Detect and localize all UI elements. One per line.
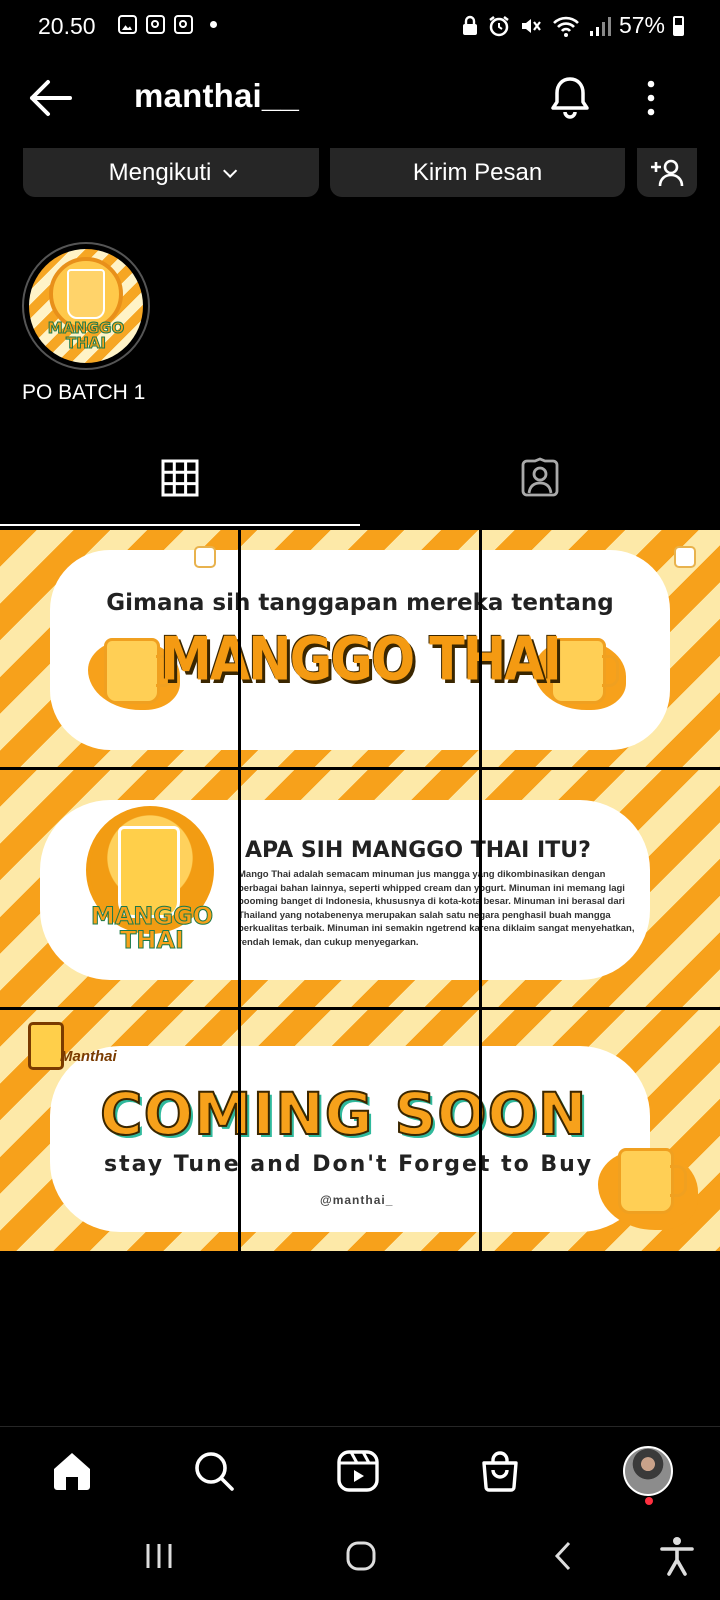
status-time: 20.50 [38, 13, 96, 39]
battery-icon [673, 15, 684, 36]
battery-percent: 57% [618, 12, 665, 38]
wifi-icon [553, 16, 579, 37]
post-body: Mango Thai adalah semacam minuman jus ma… [238, 869, 635, 948]
accessibility-icon [660, 1537, 694, 1576]
chevron-down-icon [223, 163, 238, 178]
message-button[interactable]: Kirim Pesan [330, 148, 625, 197]
cup-label-text: MANGGO THAI [90, 902, 214, 954]
following-button[interactable]: Mengikuti [23, 148, 319, 197]
alarm-icon [489, 15, 509, 36]
highlight-cover: MANGGO THAI [29, 249, 143, 363]
gallery-icon [118, 15, 137, 34]
tab-posts-grid[interactable] [0, 430, 360, 526]
instagram-icon [174, 15, 193, 34]
post-corner-box [194, 546, 216, 568]
accessibility-button[interactable] [652, 1531, 702, 1581]
nav-home[interactable] [42, 1441, 102, 1501]
suggest-people-button[interactable] [637, 148, 697, 197]
following-label: Mengikuti [108, 158, 212, 186]
more-options-button[interactable] [645, 78, 657, 118]
active-tab-indicator [0, 524, 360, 526]
notification-icons [118, 15, 217, 34]
post-row-1[interactable]: Gimana sih tanggapan mereka tentang MANG… [0, 530, 720, 767]
post-row-2[interactable]: MANGGO THAI APA SIH MANGGO THAI ITU? Man… [0, 770, 720, 1007]
reels-icon [337, 1450, 379, 1492]
bell-icon [551, 77, 589, 119]
mute-icon [521, 18, 541, 33]
post-corner-box [674, 546, 696, 568]
lock-icon [462, 15, 477, 35]
tab-tagged[interactable] [360, 430, 720, 526]
more-vertical-icon [647, 80, 655, 116]
home-circle-icon [346, 1541, 376, 1571]
tagged-person-icon [521, 457, 559, 497]
chevron-left-icon [554, 1541, 571, 1571]
profile-actions: Mengikuti Kirim Pesan [0, 148, 720, 198]
profile-notification-dot [645, 1497, 653, 1505]
grid-divider [0, 767, 720, 770]
highlight-cover-text: MANGGO THAI [47, 319, 125, 352]
story-highlight[interactable]: MANGGO THAI PO BATCH 1 [22, 242, 152, 405]
message-label: Kirim Pesan [412, 158, 543, 186]
profile-header: manthai__ [0, 60, 720, 136]
more-notifications-icon [210, 21, 217, 28]
bottom-navigation [0, 1426, 720, 1518]
avatar [623, 1446, 673, 1496]
status-bar: 20.50 57% [0, 0, 720, 52]
instagram-icon [146, 15, 165, 34]
system-icons: 57% [461, 12, 684, 39]
notifications-button[interactable] [548, 74, 596, 122]
grid-icon [161, 459, 199, 497]
shopping-bag-icon [482, 1451, 518, 1492]
post-handle: @manthai_ [320, 1193, 394, 1207]
system-navigation [0, 1515, 720, 1600]
back-arrow-icon [30, 80, 72, 116]
nav-profile[interactable] [618, 1441, 678, 1501]
post-title: MANGGO THAI [160, 625, 562, 695]
highlight-label: PO BATCH 1 [22, 381, 146, 404]
nav-search[interactable] [184, 1441, 244, 1501]
posts-grid: Gimana sih tanggapan mereka tentang MANG… [0, 530, 720, 1251]
post-logo-text: Manthai [60, 1048, 117, 1065]
system-back-button[interactable] [538, 1531, 588, 1581]
add-person-icon [651, 159, 684, 186]
profile-tabs [0, 430, 720, 528]
back-button[interactable] [28, 78, 78, 118]
manthai-logo-icon [28, 1022, 64, 1070]
recent-apps-button[interactable] [134, 1531, 184, 1581]
signal-icon [589, 16, 611, 36]
highlight-ring: MANGGO THAI [22, 242, 150, 370]
nav-reels[interactable] [328, 1441, 388, 1501]
grid-divider [0, 1007, 720, 1010]
nav-shop[interactable] [470, 1441, 530, 1501]
search-icon [195, 1452, 234, 1491]
post-row-3[interactable]: Manthai COMING SOON stay Tune and Don't … [0, 1010, 720, 1251]
grid-divider [479, 530, 482, 1251]
post-subtitle: stay Tune and Don't Forget to Buy [104, 1152, 594, 1177]
recent-apps-icon [146, 1544, 172, 1568]
post-title: COMING SOON [99, 1079, 588, 1149]
home-icon [54, 1453, 90, 1490]
grid-divider [238, 530, 241, 1251]
profile-username: manthai__ [134, 77, 300, 114]
home-button[interactable] [336, 1531, 386, 1581]
post-subtitle: Gimana sih tanggapan mereka tentang [106, 590, 614, 616]
juice-jar-illustration [618, 1148, 687, 1214]
post-title: APA SIH MANGGO THAI ITU? [245, 838, 591, 863]
